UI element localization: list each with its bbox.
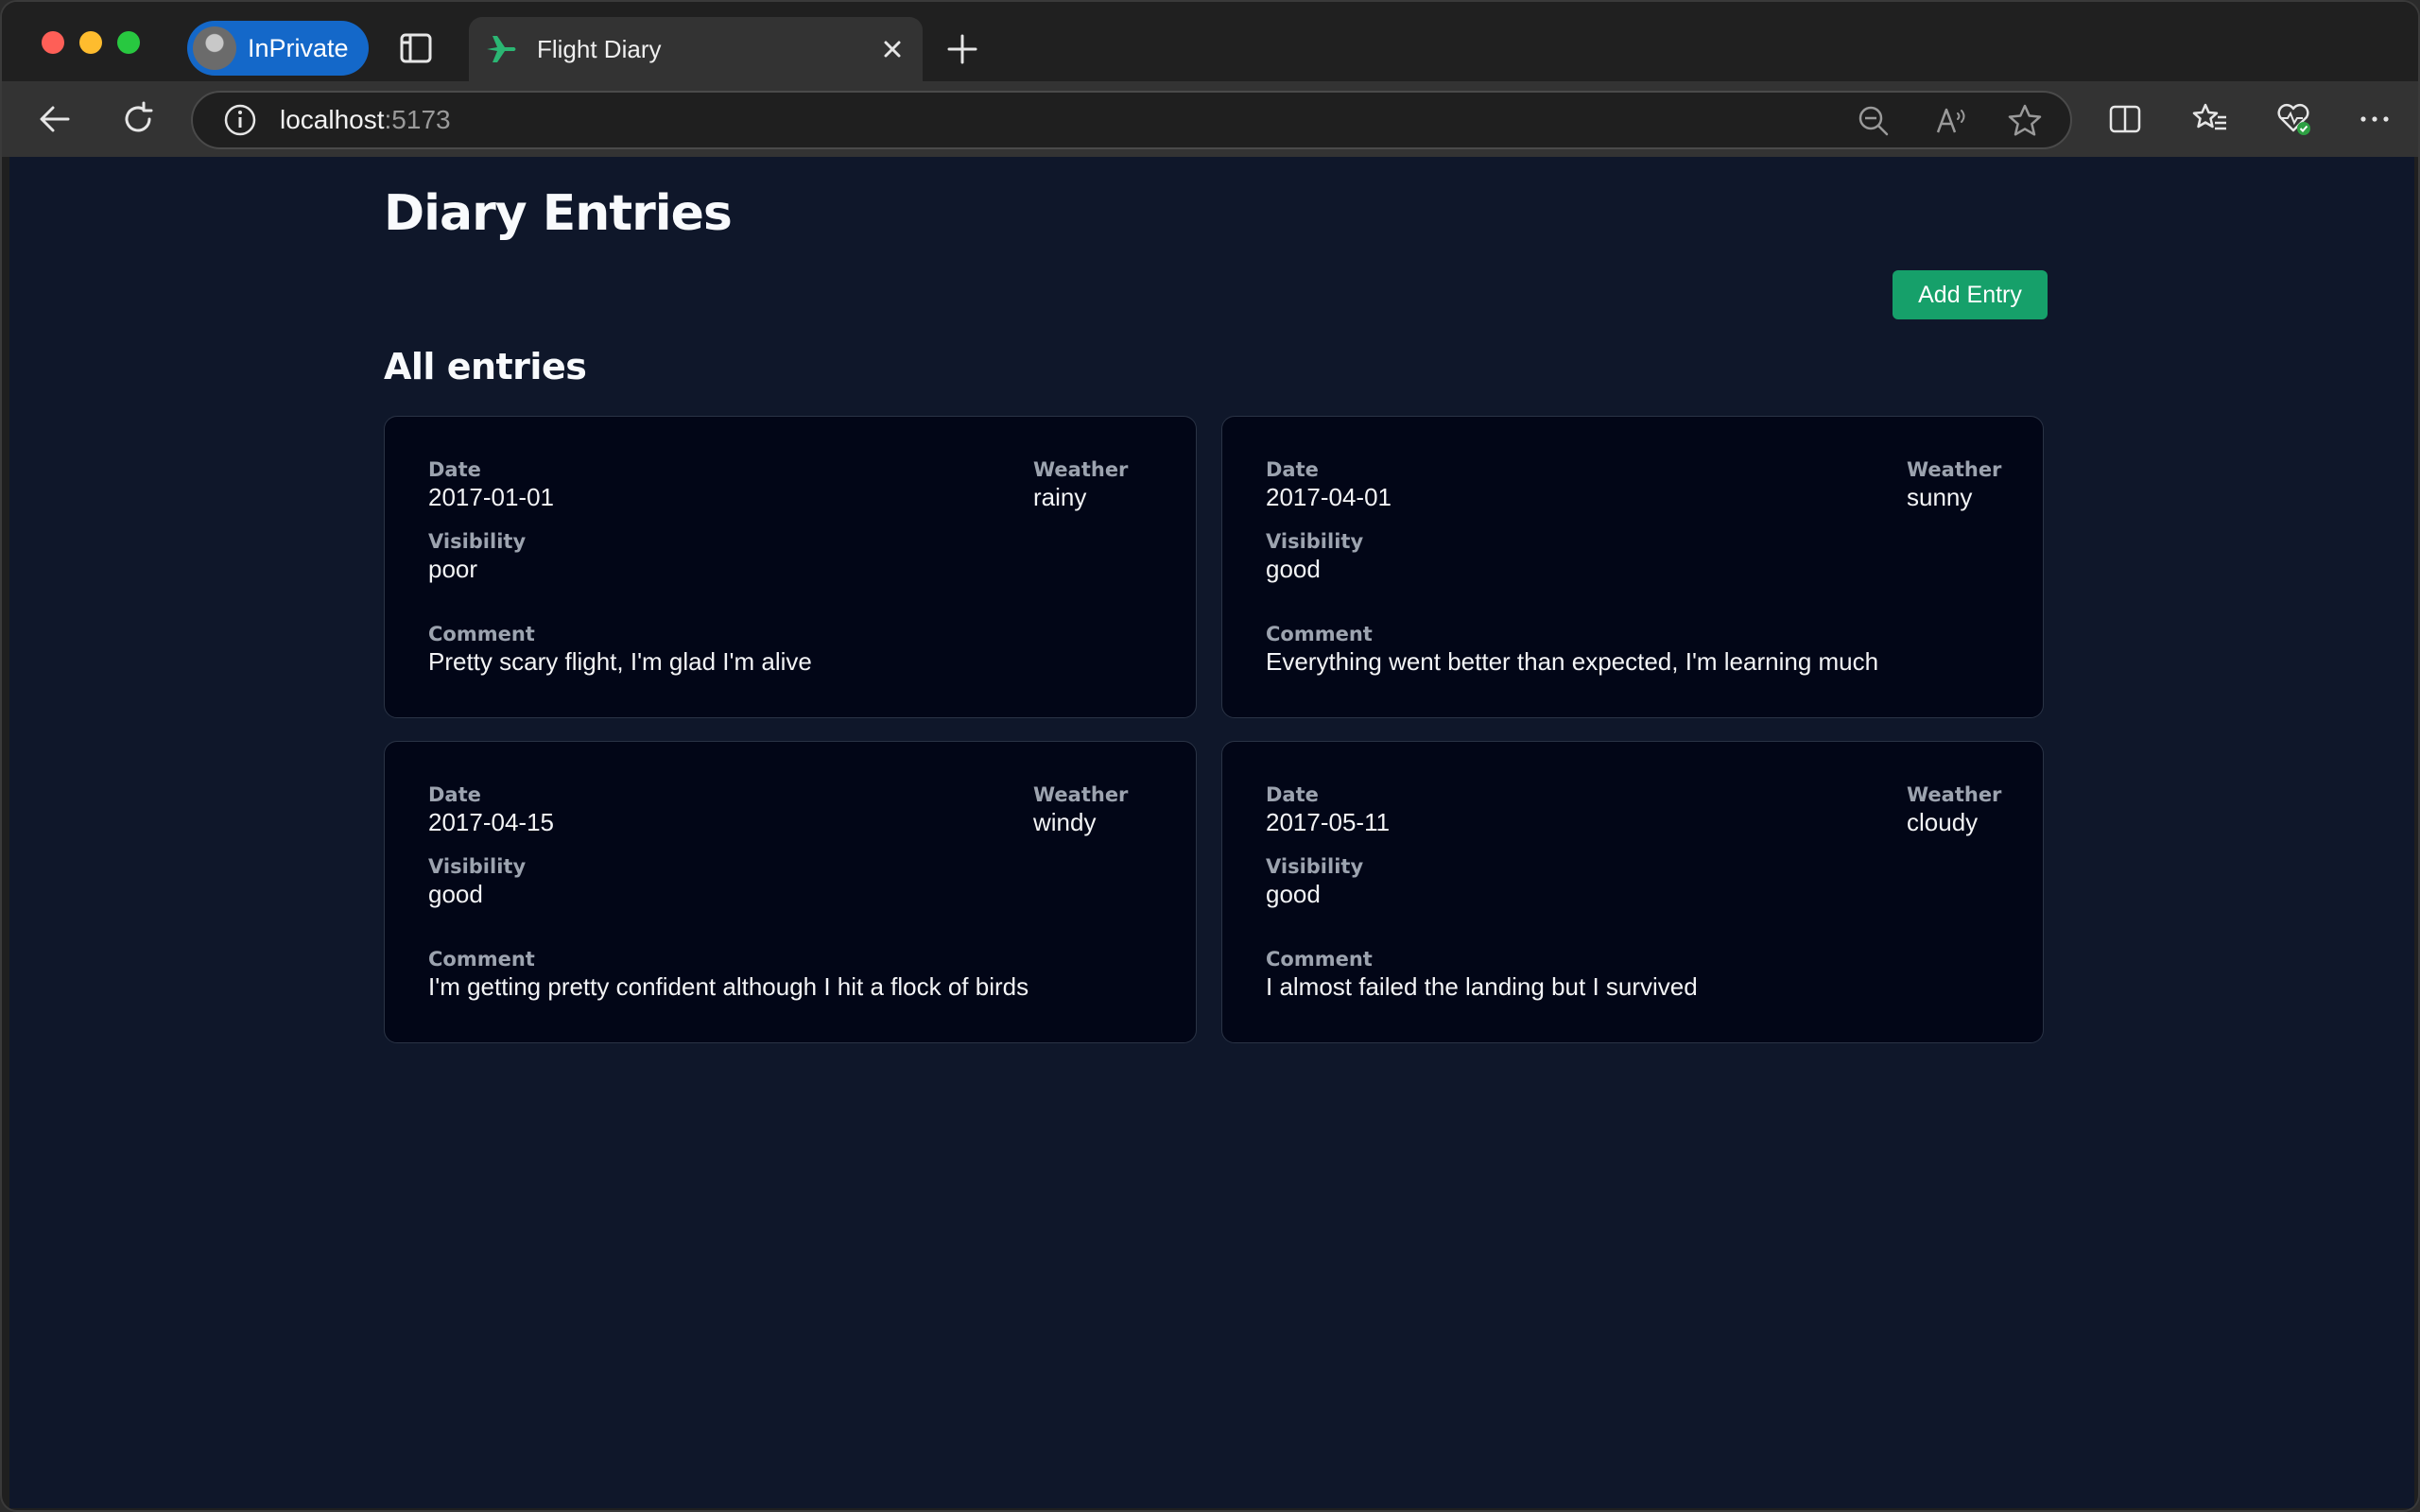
add-entry-button[interactable]: Add Entry: [1893, 270, 2048, 319]
weather-field: Weather sunny: [1907, 458, 2001, 512]
visibility-label: Visibility: [428, 855, 527, 878]
tab-actions-icon[interactable]: [397, 30, 435, 66]
visibility-value: poor: [428, 555, 478, 583]
info-icon[interactable]: [221, 101, 259, 139]
date-field: Date 2017-01-01: [428, 458, 554, 512]
zoom-out-icon[interactable]: [1853, 100, 1894, 142]
page-viewport: Diary Entries Add Entry All entries Date…: [9, 157, 2414, 1508]
visibility-label: Visibility: [428, 530, 527, 553]
weather-label: Weather: [1907, 783, 2002, 806]
visibility-field: Visibility good: [428, 855, 526, 909]
more-icon[interactable]: [2354, 98, 2395, 140]
weather-field: Weather cloudy: [1907, 783, 2001, 837]
weather-value: windy: [1033, 808, 1097, 836]
date-field: Date 2017-04-01: [1266, 458, 1392, 512]
date-label: Date: [428, 458, 481, 481]
comment-label: Comment: [1266, 948, 1373, 971]
split-screen-icon[interactable]: [2104, 98, 2146, 140]
visibility-value: good: [1266, 555, 1321, 583]
favorites-icon[interactable]: [2189, 98, 2231, 140]
date-value: 2017-04-15: [428, 808, 554, 836]
weather-value: cloudy: [1907, 808, 1979, 836]
browser-window: InPrivate Flight Diary localhost:5173 Di…: [0, 0, 2420, 1512]
date-field: Date 2017-05-11: [1266, 783, 1390, 837]
profile-label: InPrivate: [248, 33, 349, 62]
weather-label: Weather: [1033, 783, 1129, 806]
tab-title: Flight Diary: [537, 34, 662, 63]
entry-card: Date 2017-04-15 Weather windy Visibility go…: [384, 741, 1197, 1043]
visibility-label: Visibility: [1266, 530, 1364, 553]
entry-card: Date 2017-04-01 Weather sunny Visibility go…: [1221, 416, 2044, 718]
url-port: :5173: [384, 105, 451, 134]
inprivate-badge[interactable]: InPrivate: [187, 21, 369, 76]
entries-grid: Date 2017-01-01 Weather rainy Visibility po…: [384, 416, 2048, 1043]
visibility-field: Visibility poor: [428, 530, 526, 584]
comment-field: Comment Pretty scary flight, I'm glad I'm…: [428, 623, 812, 677]
date-label: Date: [428, 783, 481, 806]
close-window-icon[interactable]: [42, 31, 64, 54]
entry-card: Date 2017-05-11 Weather cloudy Visibility g…: [1221, 741, 2044, 1043]
comment-value: I'm getting pretty confident although I …: [428, 972, 1029, 1001]
weather-label: Weather: [1033, 458, 1129, 481]
page-title: Diary Entries: [384, 185, 733, 242]
visibility-field: Visibility good: [1266, 855, 1363, 909]
back-arrow-icon[interactable]: [34, 98, 76, 140]
tab-flight-diary[interactable]: Flight Diary: [469, 17, 923, 81]
comment-field: Comment I'm getting pretty confident alth…: [428, 948, 1028, 1002]
weather-field: Weather rainy: [1033, 458, 1128, 512]
visibility-label: Visibility: [1266, 855, 1364, 878]
entry-card: Date 2017-01-01 Weather rainy Visibility po…: [384, 416, 1197, 718]
address-bar[interactable]: localhost:5173: [191, 91, 2072, 149]
date-label: Date: [1266, 783, 1319, 806]
maximize-window-icon[interactable]: [117, 31, 140, 54]
read-aloud-icon[interactable]: [1930, 100, 1972, 142]
comment-value: Pretty scary flight, I'm glad I'm alive: [428, 647, 812, 676]
date-value: 2017-04-01: [1266, 483, 1392, 511]
comment-label: Comment: [428, 623, 535, 645]
refresh-icon[interactable]: [117, 98, 159, 140]
star-icon[interactable]: [2004, 100, 2046, 142]
date-label: Date: [1266, 458, 1319, 481]
date-field: Date 2017-04-15: [428, 783, 554, 837]
section-title: All entries: [384, 346, 587, 387]
comment-label: Comment: [428, 948, 535, 971]
title-bar: InPrivate Flight Diary: [2, 2, 2418, 81]
browser-toolbar: localhost:5173: [2, 81, 2418, 157]
visibility-field: Visibility good: [1266, 530, 1363, 584]
comment-field: Comment Everything went better than expec…: [1266, 623, 1878, 677]
visibility-value: good: [1266, 880, 1321, 908]
date-value: 2017-05-11: [1266, 808, 1391, 836]
weather-value: sunny: [1907, 483, 1973, 511]
close-icon[interactable]: [875, 32, 909, 66]
date-value: 2017-01-01: [428, 483, 554, 511]
avatar: [193, 26, 236, 70]
airplane-icon: [484, 32, 518, 66]
url-host: localhost: [280, 105, 385, 134]
weather-label: Weather: [1907, 458, 2002, 481]
comment-field: Comment I almost failed the landing but I…: [1266, 948, 1698, 1002]
plus-icon[interactable]: [943, 30, 981, 68]
comment-value: Everything went better than expected, I'…: [1266, 647, 1879, 676]
comment-value: I almost failed the landing but I surviv…: [1266, 972, 1698, 1001]
comment-label: Comment: [1266, 623, 1373, 645]
weather-field: Weather windy: [1033, 783, 1128, 837]
minimize-window-icon[interactable]: [79, 31, 102, 54]
browser-essentials-icon[interactable]: [2273, 98, 2314, 140]
visibility-value: good: [428, 880, 483, 908]
url-text: localhost:5173: [280, 105, 451, 135]
weather-value: rainy: [1033, 483, 1087, 511]
